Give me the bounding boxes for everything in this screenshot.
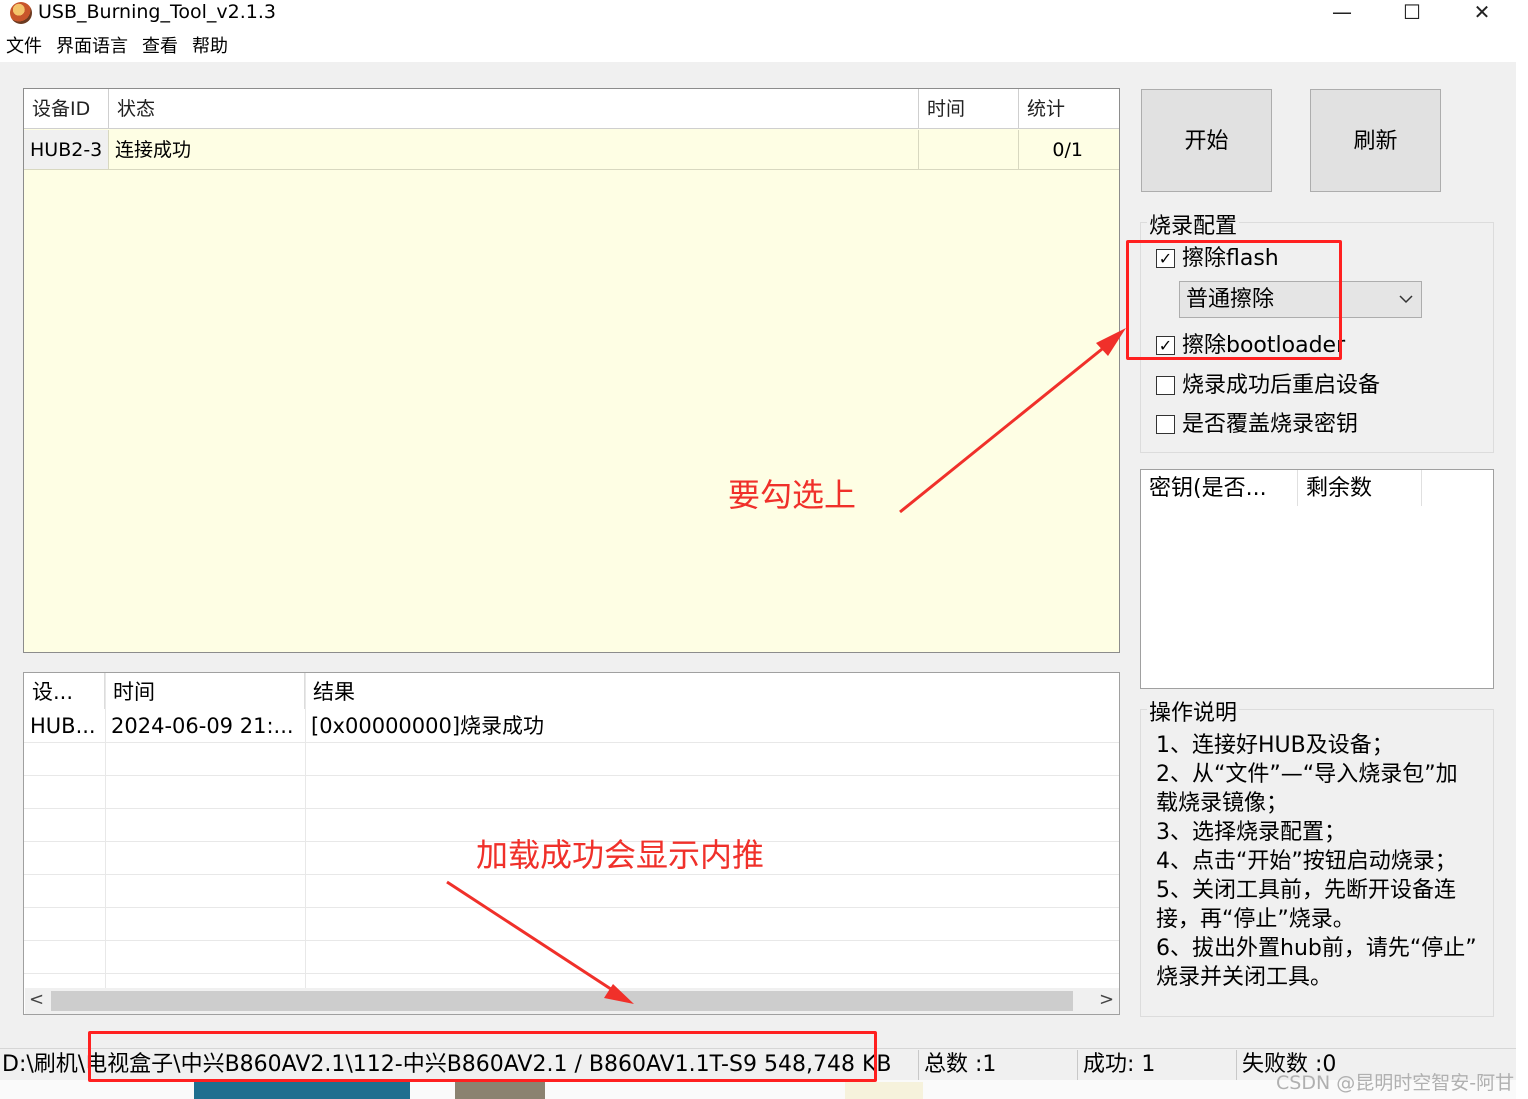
arrow-line [899,339,1113,514]
annotation-check-note: 要勾选上 [728,476,857,514]
arrow-line [446,880,621,997]
watermark: CSDN @昆明时空智安-阿甘 [1276,1072,1515,1094]
annotation-arrows [446,328,1126,1004]
annotation-load-note: 加载成功会显示内推 [476,836,765,874]
